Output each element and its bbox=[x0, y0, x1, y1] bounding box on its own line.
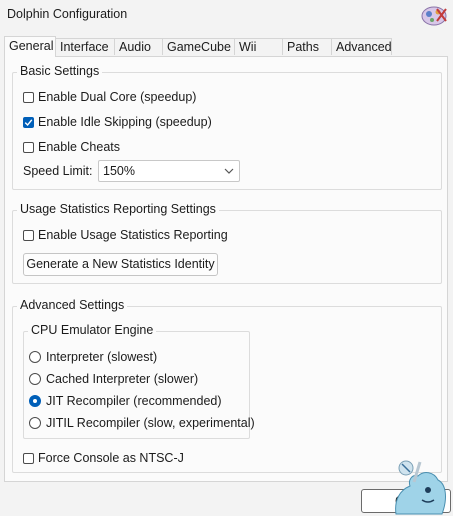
basic-settings-title: Basic Settings bbox=[17, 64, 103, 78]
tab-paths[interactable]: Paths bbox=[282, 38, 332, 55]
jit-radio[interactable] bbox=[29, 395, 41, 407]
speed-limit-dropdown[interactable]: 150% bbox=[98, 160, 240, 182]
tab-audio[interactable]: Audio bbox=[114, 38, 163, 55]
usage-statistics-title: Usage Statistics Reporting Settings bbox=[17, 202, 219, 216]
cheats-label: Enable Cheats bbox=[38, 140, 121, 154]
tab-general[interactable]: General bbox=[4, 36, 56, 57]
tab-advanced[interactable]: Advanced bbox=[331, 38, 392, 55]
general-tab-panel: Basic Settings Enable Dual Core (speedup… bbox=[4, 56, 448, 482]
advanced-settings-title: Advanced Settings bbox=[17, 298, 128, 312]
speed-limit-value: 150% bbox=[103, 164, 135, 178]
cached-interpreter-label: Cached Interpreter (slower) bbox=[46, 372, 199, 386]
tab-interface[interactable]: Interface bbox=[55, 38, 115, 55]
dual-core-label: Enable Dual Core (speedup) bbox=[38, 90, 197, 104]
usage-reporting-label: Enable Usage Statistics Reporting bbox=[38, 228, 228, 242]
jitil-radio[interactable] bbox=[29, 417, 41, 429]
idle-skipping-option[interactable]: Enable Idle Skipping (speedup) bbox=[23, 113, 212, 131]
ntsc-j-checkbox[interactable] bbox=[23, 452, 34, 464]
cheats-option[interactable]: Enable Cheats bbox=[23, 138, 120, 156]
chevron-down-icon bbox=[224, 168, 234, 174]
cheats-checkbox[interactable] bbox=[23, 141, 34, 153]
usage-reporting-checkbox[interactable] bbox=[23, 229, 34, 241]
interpreter-radio[interactable] bbox=[29, 351, 41, 363]
window-title: Dolphin Configuration bbox=[7, 7, 128, 21]
jitil-label: JITIL Recompiler (slow, experimental) bbox=[46, 416, 255, 430]
idle-skipping-label: Enable Idle Skipping (speedup) bbox=[38, 115, 212, 129]
usage-reporting-option[interactable]: Enable Usage Statistics Reporting bbox=[23, 226, 228, 244]
title-bar: Dolphin Configuration bbox=[0, 0, 453, 30]
interpreter-label: Interpreter (slowest) bbox=[46, 350, 158, 364]
cached-interpreter-radio[interactable] bbox=[29, 373, 41, 385]
dual-core-option[interactable]: Enable Dual Core (speedup) bbox=[23, 88, 196, 106]
dolphin-mascot-icon bbox=[395, 460, 446, 515]
cpu-option-interpreter[interactable]: Interpreter (slowest) bbox=[29, 348, 157, 366]
ntsc-j-option[interactable]: Force Console as NTSC-J bbox=[23, 449, 184, 467]
idle-skipping-checkbox[interactable] bbox=[23, 116, 34, 128]
basic-settings-group: Basic Settings Enable Dual Core (speedup… bbox=[12, 64, 442, 190]
tab-gamecube[interactable]: GameCube bbox=[162, 38, 235, 55]
cpu-option-jit[interactable]: JIT Recompiler (recommended) bbox=[29, 392, 222, 410]
ntsc-j-label: Force Console as NTSC-J bbox=[38, 451, 184, 465]
cpu-engine-title: CPU Emulator Engine bbox=[28, 323, 157, 337]
jit-label: JIT Recompiler (recommended) bbox=[46, 394, 222, 408]
speed-limit-label: Speed Limit: bbox=[23, 164, 93, 178]
dual-core-checkbox[interactable] bbox=[23, 91, 34, 103]
cpu-engine-group: CPU Emulator Engine Interpreter (slowest… bbox=[23, 323, 255, 439]
generate-identity-button[interactable]: Generate a New Statistics Identity bbox=[23, 253, 218, 276]
advanced-settings-group: Advanced Settings CPU Emulator Engine In… bbox=[12, 298, 442, 473]
dolphin-app-icon bbox=[421, 6, 447, 26]
cpu-option-cached-interpreter[interactable]: Cached Interpreter (slower) bbox=[29, 370, 198, 388]
usage-statistics-group: Usage Statistics Reporting Settings Enab… bbox=[12, 202, 442, 284]
tab-wii[interactable]: Wii bbox=[234, 38, 283, 55]
cpu-option-jitil[interactable]: JITIL Recompiler (slow, experimental) bbox=[29, 414, 255, 432]
checkmark-icon bbox=[24, 118, 33, 126]
